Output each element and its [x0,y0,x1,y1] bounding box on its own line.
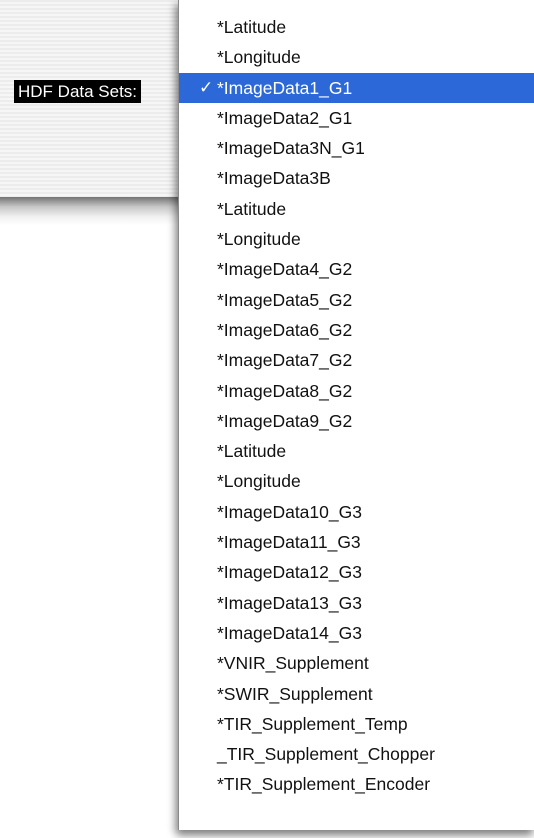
hdf-data-sets-label: HDF Data Sets: [14,80,142,103]
menu-item[interactable]: *ImageData3N_G1 [179,133,534,163]
menu-item-label: *ImageData1_G1 [217,77,353,98]
menu-item[interactable]: *Longitude [179,224,534,254]
menu-item[interactable]: *Longitude [179,466,534,496]
menu-item[interactable]: *Latitude [179,436,534,466]
screen: HDF Data Sets: *Latitude *Longitude ✓ *Imag… [0,0,534,838]
menu-item[interactable]: ✓ *ImageData1_G1 [179,72,534,103]
menu-item[interactable]: *SWIR_Supplement [179,679,534,709]
menu-item-label: *TIR_Supplement_Temp [217,713,408,734]
menu-item-label: *ImageData6_G2 [217,319,353,340]
menu-item-label: *ImageData4_G2 [217,259,353,280]
checkmark-icon: ✓ [199,77,214,97]
menu-item[interactable]: *ImageData2_G1 [179,103,534,133]
menu-item-label: *ImageData7_G2 [217,350,353,371]
menu-item[interactable]: *ImageData6_G2 [179,315,534,345]
menu-item[interactable]: *ImageData10_G3 [179,497,534,527]
menu-item[interactable]: _TIR_Supplement_Chopper [179,739,534,769]
menu-item[interactable]: *ImageData11_G3 [179,527,534,557]
menu-item[interactable]: *ImageData14_G3 [179,618,534,648]
menu-item-label: *ImageData2_G1 [217,107,353,128]
menu-item[interactable]: *Latitude [179,12,534,42]
menu-item-label: *Longitude [217,47,301,68]
menu-item[interactable]: *ImageData4_G2 [179,254,534,284]
menu-item[interactable]: *VNIR_Supplement [179,648,534,678]
menu-item-label: *Longitude [217,471,301,492]
menu-item[interactable]: *Longitude [179,42,534,72]
menu-item[interactable]: *ImageData9_G2 [179,406,534,436]
menu-item-label: *ImageData14_G3 [217,622,362,643]
menu-item[interactable]: *ImageData12_G3 [179,557,534,587]
menu-item[interactable]: *ImageData13_G3 [179,588,534,618]
menu-item-label: *SWIR_Supplement [217,683,373,704]
menu-item-label: *Longitude [217,229,301,250]
menu-item-label: *Latitude [217,17,287,37]
menu-item-label: _TIR_Supplement_Chopper [217,744,435,765]
menu-item-label: *VNIR_Supplement [217,653,369,674]
menu-item-list: *Latitude *Longitude ✓ *ImageData1_G1 *Image… [179,12,534,800]
menu-item-label: *ImageData8_G2 [217,380,353,401]
menu-item-label: *ImageData11_G3 [217,532,361,553]
hdf-data-sets-popup-menu[interactable]: *Latitude *Longitude ✓ *ImageData1_G1 *Image… [178,0,534,830]
menu-item[interactable]: *ImageData7_G2 [179,345,534,375]
menu-item-label: *ImageData13_G3 [217,592,362,613]
menu-item-label: *ImageData12_G3 [217,562,362,583]
menu-item-label: *ImageData3N_G1 [217,138,365,159]
menu-item-label: *ImageData3B [217,168,331,189]
menu-item[interactable]: *TIR_Supplement_Encoder [179,769,534,799]
menu-item-label: *Latitude [217,198,287,219]
menu-item-label: *ImageData10_G3 [217,501,362,522]
menu-item-label: *ImageData5_G2 [217,289,353,310]
menu-item-label: *TIR_Supplement_Encoder [217,774,431,795]
menu-item[interactable]: *ImageData5_G2 [179,285,534,315]
menu-item[interactable]: *ImageData8_G2 [179,376,534,406]
menu-item[interactable]: *ImageData3B [179,163,534,193]
menu-item[interactable]: *Latitude [179,194,534,224]
menu-item[interactable]: *TIR_Supplement_Temp [179,709,534,739]
menu-item-label: *ImageData9_G2 [217,410,353,431]
menu-item-label: *Latitude [217,441,287,462]
